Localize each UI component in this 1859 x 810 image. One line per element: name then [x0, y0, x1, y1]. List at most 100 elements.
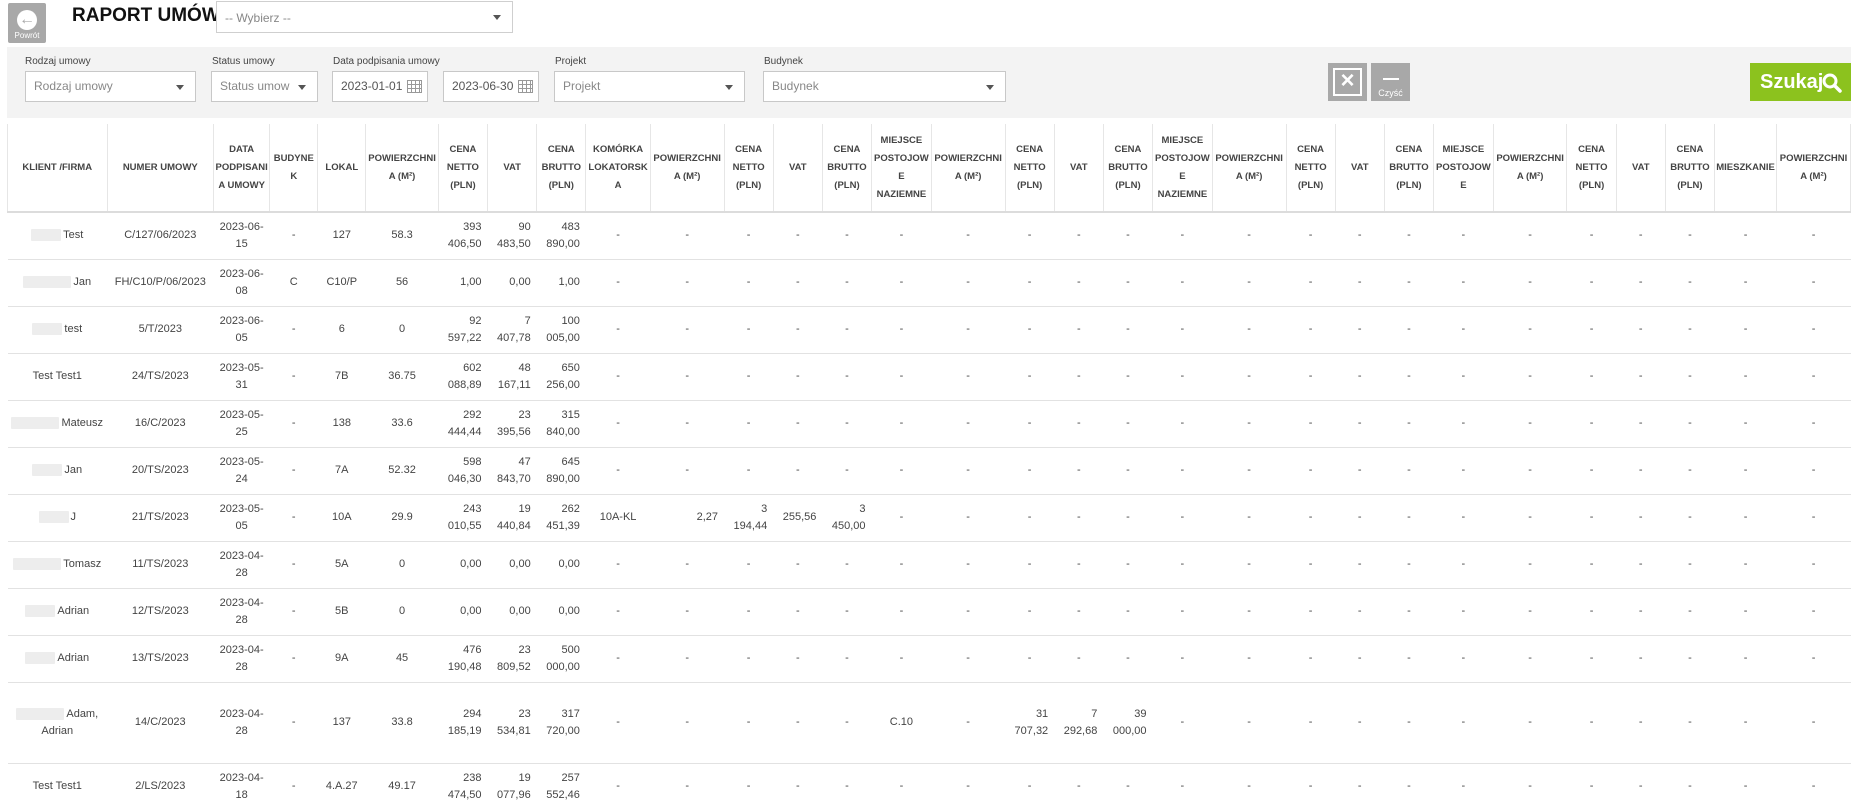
- column-header[interactable]: POWIERZCHNIA (M²): [365, 124, 439, 213]
- area-cell-value: 0: [399, 323, 406, 335]
- extra-cell: -: [1665, 588, 1715, 636]
- column-header[interactable]: CENA BRUTTO (PLN): [1103, 124, 1154, 213]
- extra-cell-value: -: [845, 558, 849, 570]
- building-cell: -: [269, 353, 318, 401]
- search-button-label: Szukaj: [1760, 71, 1824, 93]
- clear-button[interactable]: Czyść: [1371, 63, 1410, 101]
- table-row[interactable]: J 21/TS/2023 2023-05-05 - 10A 29.9 243 010,55 1…: [7, 494, 1851, 542]
- contracts-table-container[interactable]: KLIENT /FIRMA NUMER UMOWY DATA PODPISANIA …: [7, 124, 1851, 810]
- table-row[interactable]: Adrian 13/TS/2023 2023-04-28 - 9A 45 476 190,4…: [7, 635, 1851, 683]
- export-excel-button[interactable]: ×: [1328, 63, 1367, 101]
- client-cell-value: Test Test1: [32, 370, 82, 382]
- date-from-input[interactable]: 2023-01-01: [332, 71, 428, 102]
- signing-date-cell: 2023-04-18: [213, 763, 270, 810]
- table-row[interactable]: Jan 20/TS/2023 2023-05-24 - 7A 52.32 598 046,3…: [7, 447, 1851, 495]
- column-header[interactable]: LOKAL: [317, 124, 367, 213]
- column-header[interactable]: POWIERZCHNIA (M²): [1212, 124, 1287, 213]
- extra-cell-value: -: [1638, 323, 1643, 335]
- back-button[interactable]: ← Powrót: [8, 3, 46, 43]
- date-to-input[interactable]: 2023-06-30: [443, 71, 539, 102]
- column-header[interactable]: KLIENT /FIRMA: [7, 124, 108, 213]
- table-row[interactable]: test 5/T/2023 2023-06-05 - 6 0 92 597,22 7 407,…: [7, 306, 1851, 354]
- contract-type-select[interactable]: Rodzaj umowy: [25, 71, 196, 102]
- column-header[interactable]: VAT: [487, 124, 538, 213]
- column-header[interactable]: NUMER UMOWY: [107, 124, 215, 213]
- extra-cell: -: [1152, 212, 1213, 260]
- table-row[interactable]: Adam, Adrian 14/C/2023 2023-04-28 - 137 33.8 2…: [7, 682, 1851, 764]
- extra-cell: -: [585, 400, 651, 448]
- extra-cell-value: -: [1076, 558, 1081, 570]
- column-header[interactable]: CENA BRUTTO (PLN): [536, 124, 587, 213]
- extra-cell: -: [1776, 494, 1851, 542]
- column-header[interactable]: BUDYNEK: [269, 124, 319, 213]
- signing-date-cell-value: 2023-05-31: [219, 361, 264, 391]
- column-header[interactable]: CENA NETTO (PLN): [1566, 124, 1617, 213]
- extra-cell-value: -: [1126, 780, 1130, 792]
- column-header[interactable]: MIEJSCE POSTOJOWE NAZIEMNE: [871, 124, 932, 213]
- table-row[interactable]: Jan FH/C10/P/06/2023 2023-06-08 C C10/P 56 1,0…: [7, 259, 1851, 307]
- column-header[interactable]: KOMÓRKA LOKATORSKA: [585, 124, 651, 213]
- extra-cell-value: -: [1743, 716, 1748, 728]
- column-header[interactable]: POWIERZCHNIA (M²): [931, 124, 1006, 213]
- extra-cell: -: [1152, 635, 1213, 683]
- extra-cell-value: -: [1076, 464, 1081, 476]
- extra-cell: 7 292,68: [1054, 682, 1104, 764]
- calendar-icon[interactable]: [407, 80, 422, 93]
- column-header[interactable]: POWIERZCHNIA (M²): [1776, 124, 1851, 213]
- building-select[interactable]: Budynek: [763, 71, 1006, 102]
- search-button[interactable]: Szukaj: [1750, 63, 1851, 101]
- extra-cell: -: [1616, 682, 1666, 764]
- column-header[interactable]: VAT: [773, 124, 823, 213]
- report-select[interactable]: -- Wybierz --: [216, 1, 513, 33]
- table-row[interactable]: Tomasz 11/TS/2023 2023-04-28 - 5A 0 0,00 0,00 0,…: [7, 541, 1851, 589]
- column-header[interactable]: VAT: [1054, 124, 1104, 213]
- table-row[interactable]: Test C/127/06/2023 2023-06-15 - 127 58.3 393 4…: [7, 212, 1851, 260]
- extra-cell-value: -: [899, 511, 904, 523]
- client-cell: Tomasz: [7, 541, 108, 589]
- contract-type-placeholder: Rodzaj umowy: [34, 79, 113, 93]
- net-cell-value: 294 185,19: [447, 707, 482, 737]
- extra-cell-value: -: [746, 323, 751, 335]
- column-header[interactable]: POWIERZCHNIA (M²): [650, 124, 725, 213]
- column-header[interactable]: CENA BRUTTO (PLN): [822, 124, 873, 213]
- extra-cell: -: [773, 682, 823, 764]
- extra-cell: -: [1152, 588, 1213, 636]
- project-select[interactable]: Projekt: [554, 71, 745, 102]
- net-cell: 292 444,44: [438, 400, 488, 448]
- vat-cell: 23 809,52: [487, 635, 537, 683]
- table-row[interactable]: Mateusz 16/C/2023 2023-05-25 - 138 33.6 292 44…: [7, 400, 1851, 448]
- extra-cell: -: [822, 212, 872, 260]
- extra-cell-value: -: [899, 652, 904, 664]
- column-header[interactable]: CENA NETTO (PLN): [724, 124, 774, 213]
- column-header[interactable]: CENA BRUTTO (PLN): [1384, 124, 1435, 213]
- table-row[interactable]: Test Test1 2/LS/2023 2023-04-18 - 4.A.27 49.1…: [7, 763, 1851, 810]
- net-cell: 243 010,55: [438, 494, 488, 542]
- extra-cell: -: [1493, 763, 1567, 810]
- column-header[interactable]: VAT: [1335, 124, 1385, 213]
- column-header[interactable]: CENA BRUTTO (PLN): [1665, 124, 1716, 213]
- extra-cell: -: [1054, 494, 1104, 542]
- column-header[interactable]: DATA PODPISANIA UMOWY: [213, 124, 271, 213]
- unit-cell: 7A: [317, 447, 366, 495]
- column-header[interactable]: VAT: [1616, 124, 1666, 213]
- column-header[interactable]: MIEJSCE POSTOJOWE: [1433, 124, 1494, 213]
- column-header[interactable]: CENA NETTO (PLN): [1286, 124, 1336, 213]
- extra-cell: -: [773, 635, 823, 683]
- extra-cell-value: -: [1247, 780, 1251, 792]
- calendar-icon[interactable]: [518, 80, 533, 93]
- extra-cell-value: -: [1528, 276, 1532, 288]
- extra-cell: -: [1212, 447, 1286, 495]
- extra-cell-value: -: [1308, 780, 1313, 792]
- table-row[interactable]: Adrian 12/TS/2023 2023-04-28 - 5B 0 0,00 0,00 0,…: [7, 588, 1851, 636]
- column-header[interactable]: MIESZKANIE: [1714, 124, 1778, 213]
- status-select[interactable]: Status umow: [211, 71, 318, 102]
- column-header[interactable]: POWIERZCHNIA (M²): [1493, 124, 1568, 213]
- extra-cell-value: -: [1407, 716, 1411, 728]
- column-header[interactable]: MIEJSCE POSTOJOWE NAZIEMNE: [1152, 124, 1213, 213]
- extra-cell-value: -: [746, 780, 751, 792]
- column-header[interactable]: CENA NETTO (PLN): [438, 124, 489, 213]
- table-row[interactable]: Test Test1 24/TS/2023 2023-05-31 - 7B 36.75 60…: [7, 353, 1851, 401]
- column-header[interactable]: CENA NETTO (PLN): [1005, 124, 1055, 213]
- extra-cell-value: -: [685, 417, 689, 429]
- extra-cell: -: [724, 541, 774, 589]
